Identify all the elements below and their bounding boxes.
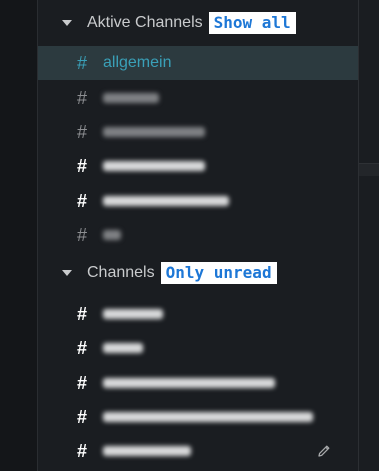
- caret-down-icon[interactable]: [62, 270, 72, 276]
- caret-down-icon[interactable]: [62, 20, 72, 26]
- hash-icon: #: [76, 372, 87, 393]
- channel-row[interactable]: #: [38, 218, 358, 252]
- obscured-channel-name: [103, 161, 205, 171]
- channel-row[interactable]: #: [38, 81, 358, 115]
- show-all-badge[interactable]: Show all: [208, 12, 296, 34]
- pencil-icon[interactable]: [316, 443, 332, 459]
- channel-row[interactable]: #: [38, 400, 358, 434]
- channel-row-allgemein[interactable]: # allgemein: [38, 46, 358, 80]
- obscured-channel-name: [103, 127, 205, 137]
- channel-sidebar: Aktive Channels Show all # allgemein # #…: [38, 0, 358, 471]
- hash-icon: #: [76, 52, 87, 73]
- hash-icon: #: [76, 303, 87, 324]
- divider-band: [359, 163, 379, 176]
- hash-icon: #: [76, 337, 87, 358]
- hash-icon: #: [76, 406, 87, 427]
- channel-row[interactable]: #: [38, 331, 358, 365]
- hash-icon: #: [76, 190, 87, 211]
- hash-icon: #: [76, 224, 87, 245]
- obscured-channel-name: [103, 378, 275, 388]
- section-title: Channels: [87, 264, 155, 281]
- obscured-channel-name: [103, 93, 159, 103]
- channel-row[interactable]: #: [38, 115, 358, 149]
- obscured-channel-name: [103, 309, 163, 319]
- channel-row[interactable]: #: [38, 434, 358, 468]
- section-header-channels[interactable]: Channels Only unread: [38, 259, 358, 287]
- obscured-channel-name: [103, 412, 313, 422]
- workspace-rail: [0, 0, 38, 471]
- obscured-channel-name: [103, 230, 121, 240]
- hash-icon: #: [76, 87, 87, 108]
- channel-row[interactable]: #: [38, 149, 358, 183]
- obscured-channel-name: [103, 196, 229, 206]
- obscured-channel-name: [103, 343, 143, 353]
- channel-row[interactable]: #: [38, 184, 358, 218]
- channel-row[interactable]: #: [38, 366, 358, 400]
- channel-name: allgemein: [103, 54, 172, 71]
- section-title: Aktive Channels: [87, 14, 203, 31]
- main-pane-edge: [358, 0, 379, 471]
- hash-icon: #: [76, 155, 87, 176]
- hash-icon: #: [76, 440, 87, 461]
- hash-icon: #: [76, 121, 87, 142]
- obscured-channel-name: [103, 446, 191, 456]
- only-unread-badge[interactable]: Only unread: [160, 262, 277, 284]
- section-header-active-channels[interactable]: Aktive Channels Show all: [38, 9, 358, 37]
- channel-row[interactable]: #: [38, 297, 358, 331]
